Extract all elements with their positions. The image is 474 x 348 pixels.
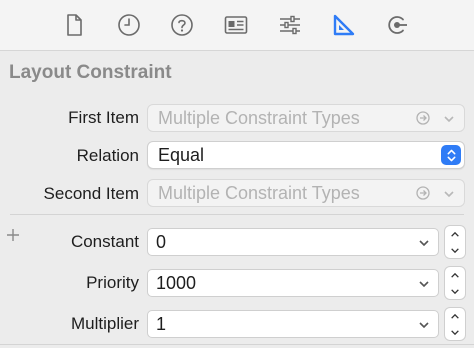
clock-icon[interactable] bbox=[116, 12, 142, 38]
constant-value: 0 bbox=[156, 231, 167, 252]
stepper-up-icon[interactable] bbox=[445, 226, 465, 242]
relation-value: Equal bbox=[158, 144, 205, 165]
multiplier-value: 1 bbox=[156, 313, 167, 334]
constant-stepper[interactable] bbox=[444, 225, 466, 259]
connection-arrow-icon[interactable] bbox=[384, 12, 410, 38]
first-item-field: Multiple Constraint Types bbox=[147, 104, 465, 132]
arrow-circle-icon bbox=[416, 186, 430, 200]
document-icon[interactable] bbox=[61, 12, 87, 38]
divider bbox=[0, 344, 474, 345]
relation-label: Relation bbox=[76, 146, 139, 165]
stepper-up-icon[interactable] bbox=[445, 308, 465, 324]
inspector-toolbar bbox=[0, 0, 474, 51]
stepper-down-icon[interactable] bbox=[445, 242, 465, 258]
divider bbox=[10, 214, 464, 215]
sliders-icon[interactable] bbox=[277, 12, 303, 38]
second-item-label: Second Item bbox=[43, 184, 139, 203]
plus-icon[interactable] bbox=[6, 228, 20, 242]
stepper-up-icon[interactable] bbox=[445, 267, 465, 283]
constant-combo[interactable]: 0 bbox=[147, 228, 439, 256]
section-title: Layout Constraint bbox=[9, 62, 172, 83]
constant-label: Constant bbox=[70, 232, 139, 251]
second-item-value: Multiple Constraint Types bbox=[158, 182, 360, 203]
chevron-down-icon[interactable] bbox=[418, 278, 430, 290]
priority-label: Priority bbox=[86, 273, 139, 292]
stepper-down-icon[interactable] bbox=[445, 283, 465, 299]
first-item-value: Multiple Constraint Types bbox=[158, 107, 360, 128]
chevron-down-icon bbox=[444, 191, 454, 198]
id-card-icon[interactable] bbox=[223, 12, 249, 38]
relation-popup[interactable]: Equal bbox=[147, 141, 465, 169]
chevron-down-icon bbox=[444, 116, 454, 123]
priority-combo[interactable]: 1000 bbox=[147, 269, 439, 297]
chevron-down-icon[interactable] bbox=[418, 237, 430, 249]
chevron-down-icon[interactable] bbox=[418, 319, 430, 331]
popup-arrows-icon bbox=[441, 145, 461, 165]
multiplier-label: Multiplier bbox=[70, 314, 139, 333]
stepper-down-icon[interactable] bbox=[445, 324, 465, 340]
question-icon[interactable] bbox=[169, 12, 195, 38]
multiplier-combo[interactable]: 1 bbox=[147, 310, 439, 338]
priority-stepper[interactable] bbox=[444, 266, 466, 300]
second-item-field: Multiple Constraint Types bbox=[147, 179, 465, 207]
priority-value: 1000 bbox=[156, 272, 197, 293]
multiplier-stepper[interactable] bbox=[444, 307, 466, 341]
arrow-circle-icon bbox=[416, 111, 430, 125]
ruler-triangle-icon[interactable] bbox=[330, 12, 356, 38]
first-item-label: First Item bbox=[68, 108, 139, 127]
